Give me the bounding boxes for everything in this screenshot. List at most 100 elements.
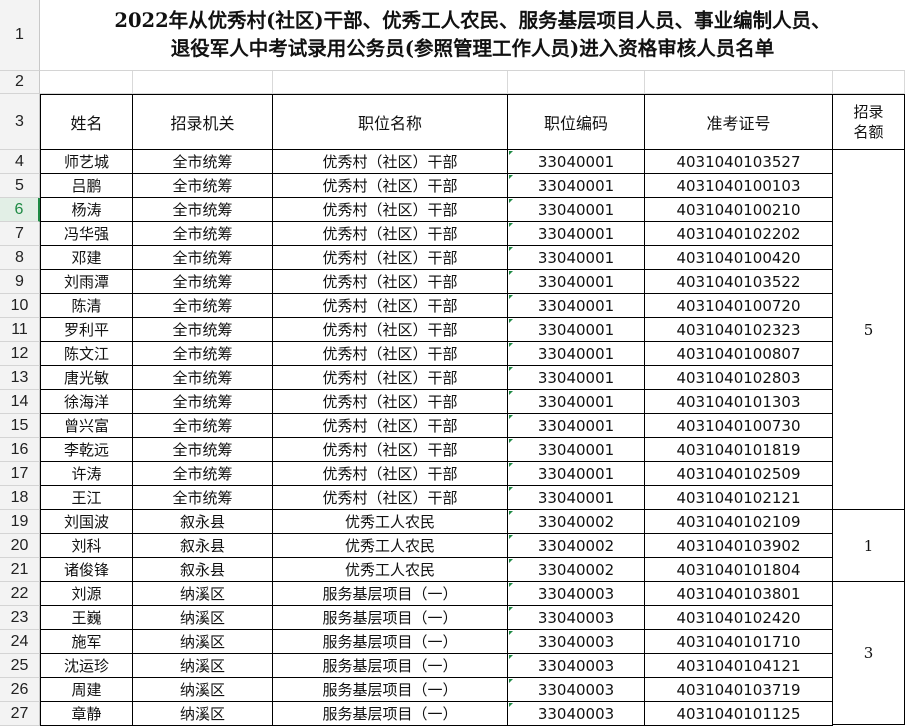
table-cell-agency[interactable]: 全市统筹: [133, 462, 273, 486]
table-cell-agency[interactable]: 纳溪区: [133, 678, 273, 702]
row-number[interactable]: 6: [0, 198, 40, 222]
table-cell-ticket[interactable]: 4031040100210: [645, 198, 833, 222]
table-cell-agency[interactable]: 全市统筹: [133, 390, 273, 414]
row-number[interactable]: 27: [0, 702, 40, 726]
table-cell-name[interactable]: 徐海洋: [40, 390, 133, 414]
table-cell-ticket[interactable]: 4031040101710: [645, 630, 833, 654]
table-cell-position[interactable]: 优秀村（社区）干部: [273, 246, 508, 270]
row-number[interactable]: 26: [0, 678, 40, 702]
table-cell-name[interactable]: 唐光敏: [40, 366, 133, 390]
table-cell-position[interactable]: 优秀村（社区）干部: [273, 342, 508, 366]
table-cell-code[interactable]: 33040001: [508, 342, 645, 366]
table-cell-name[interactable]: 陈清: [40, 294, 133, 318]
table-cell-position[interactable]: 服务基层项目（一）: [273, 678, 508, 702]
table-cell-position[interactable]: 优秀村（社区）干部: [273, 414, 508, 438]
column-header-ticket[interactable]: 准考证号: [645, 94, 833, 150]
table-cell-ticket[interactable]: 4031040100720: [645, 294, 833, 318]
table-cell-position[interactable]: 优秀村（社区）干部: [273, 462, 508, 486]
table-cell-name[interactable]: 冯华强: [40, 222, 133, 246]
table-cell-code[interactable]: 33040001: [508, 438, 645, 462]
table-cell-code[interactable]: 33040001: [508, 150, 645, 174]
row-number[interactable]: 1: [0, 0, 40, 71]
empty-cell[interactable]: [273, 71, 508, 94]
table-cell-position[interactable]: 服务基层项目（一）: [273, 702, 508, 726]
table-cell-agency[interactable]: 全市统筹: [133, 174, 273, 198]
table-cell-name[interactable]: 刘源: [40, 582, 133, 606]
table-cell-agency[interactable]: 叙永县: [133, 558, 273, 582]
table-cell-code[interactable]: 33040001: [508, 222, 645, 246]
row-number[interactable]: 11: [0, 318, 40, 342]
table-cell-position[interactable]: 服务基层项目（一）: [273, 630, 508, 654]
empty-cell[interactable]: [508, 71, 645, 94]
table-cell-name[interactable]: 陈文江: [40, 342, 133, 366]
table-cell-position[interactable]: 服务基层项目（一）: [273, 582, 508, 606]
table-cell-position[interactable]: 优秀村（社区）干部: [273, 294, 508, 318]
table-cell-name[interactable]: 刘科: [40, 534, 133, 558]
table-cell-ticket[interactable]: 4031040100807: [645, 342, 833, 366]
table-cell-position[interactable]: 优秀工人农民: [273, 510, 508, 534]
table-cell-position[interactable]: 优秀工人农民: [273, 534, 508, 558]
table-cell-ticket[interactable]: 4031040100103: [645, 174, 833, 198]
table-cell-agency[interactable]: 纳溪区: [133, 702, 273, 726]
row-number[interactable]: 10: [0, 294, 40, 318]
table-cell-code[interactable]: 33040001: [508, 294, 645, 318]
row-number[interactable]: 9: [0, 270, 40, 294]
table-cell-name[interactable]: 许涛: [40, 462, 133, 486]
table-cell-agency[interactable]: 全市统筹: [133, 198, 273, 222]
table-cell-code[interactable]: 33040001: [508, 198, 645, 222]
quota-cell[interactable]: 5: [833, 150, 905, 510]
table-cell-ticket[interactable]: 4031040104121: [645, 654, 833, 678]
row-number[interactable]: 12: [0, 342, 40, 366]
quota-cell[interactable]: 3: [833, 582, 905, 725]
table-cell-agency[interactable]: 全市统筹: [133, 438, 273, 462]
table-cell-code[interactable]: 33040002: [508, 558, 645, 582]
table-cell-agency[interactable]: 全市统筹: [133, 222, 273, 246]
table-cell-code[interactable]: 33040001: [508, 318, 645, 342]
table-cell-ticket[interactable]: 4031040103719: [645, 678, 833, 702]
row-number[interactable]: 14: [0, 390, 40, 414]
table-cell-name[interactable]: 章静: [40, 702, 133, 726]
table-cell-code[interactable]: 33040003: [508, 702, 645, 726]
table-cell-ticket[interactable]: 4031040101804: [645, 558, 833, 582]
table-cell-code[interactable]: 33040003: [508, 654, 645, 678]
table-cell-agency[interactable]: 叙永县: [133, 534, 273, 558]
table-cell-agency[interactable]: 纳溪区: [133, 606, 273, 630]
table-cell-position[interactable]: 优秀村（社区）干部: [273, 318, 508, 342]
row-number[interactable]: 8: [0, 246, 40, 270]
table-cell-ticket[interactable]: 4031040102420: [645, 606, 833, 630]
table-cell-position[interactable]: 优秀村（社区）干部: [273, 174, 508, 198]
table-cell-ticket[interactable]: 4031040102803: [645, 366, 833, 390]
empty-cell[interactable]: [133, 71, 273, 94]
table-cell-name[interactable]: 王江: [40, 486, 133, 510]
table-cell-code[interactable]: 33040001: [508, 174, 645, 198]
column-header-agency[interactable]: 招录机关: [133, 94, 273, 150]
row-number[interactable]: 15: [0, 414, 40, 438]
table-cell-name[interactable]: 罗利平: [40, 318, 133, 342]
table-cell-position[interactable]: 优秀村（社区）干部: [273, 438, 508, 462]
table-cell-position[interactable]: 优秀村（社区）干部: [273, 222, 508, 246]
table-cell-name[interactable]: 诸俊锋: [40, 558, 133, 582]
column-header-position[interactable]: 职位名称: [273, 94, 508, 150]
quota-cell[interactable]: 1: [833, 510, 905, 582]
row-number[interactable]: 22: [0, 582, 40, 606]
table-cell-position[interactable]: 优秀村（社区）干部: [273, 366, 508, 390]
column-header-quota[interactable]: 招录 名额: [833, 94, 905, 150]
table-cell-name[interactable]: 周建: [40, 678, 133, 702]
table-cell-ticket[interactable]: 4031040103522: [645, 270, 833, 294]
row-number[interactable]: 23: [0, 606, 40, 630]
table-cell-code[interactable]: 33040002: [508, 510, 645, 534]
table-cell-ticket[interactable]: 4031040103801: [645, 582, 833, 606]
row-number[interactable]: 20: [0, 534, 40, 558]
table-cell-ticket[interactable]: 4031040102323: [645, 318, 833, 342]
table-cell-agency[interactable]: 全市统筹: [133, 150, 273, 174]
table-cell-name[interactable]: 刘国波: [40, 510, 133, 534]
table-cell-name[interactable]: 王巍: [40, 606, 133, 630]
table-cell-ticket[interactable]: 4031040103902: [645, 534, 833, 558]
row-number[interactable]: 17: [0, 462, 40, 486]
table-cell-name[interactable]: 邓建: [40, 246, 133, 270]
row-number[interactable]: 21: [0, 558, 40, 582]
table-cell-code[interactable]: 33040003: [508, 630, 645, 654]
table-cell-ticket[interactable]: 4031040102509: [645, 462, 833, 486]
table-cell-agency[interactable]: 纳溪区: [133, 654, 273, 678]
table-cell-agency[interactable]: 全市统筹: [133, 342, 273, 366]
